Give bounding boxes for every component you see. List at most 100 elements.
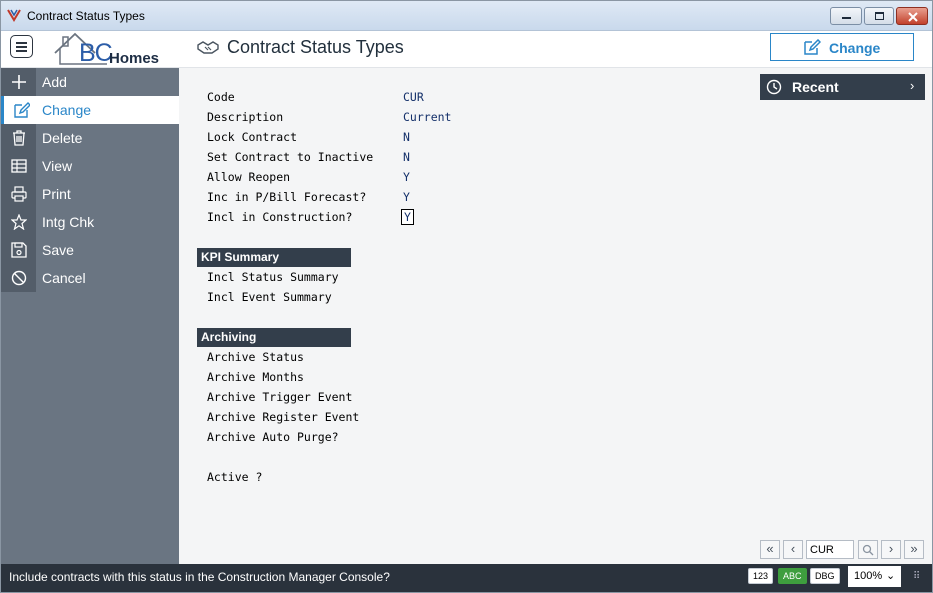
kpi-summary-header: KPI Summary xyxy=(197,248,351,267)
change-button[interactable]: Change xyxy=(770,33,914,61)
menu-icon xyxy=(16,42,27,44)
sidebar-icon-cell xyxy=(1,152,36,180)
field-label-incl-status-summary: Incl Status Summary xyxy=(207,270,339,284)
logo-homes-text: Homes xyxy=(109,50,160,67)
clock-icon xyxy=(766,79,782,95)
sidebar-item-print[interactable]: Print xyxy=(1,180,179,208)
sidebar-item-view[interactable]: View xyxy=(1,152,179,180)
close-icon xyxy=(908,12,918,22)
field-label-active: Active ? xyxy=(207,470,263,484)
table-icon xyxy=(11,159,27,173)
chevron-right-icon: › xyxy=(910,78,915,93)
first-record-button[interactable]: « xyxy=(760,540,780,559)
main-content: Code CUR Description Current Lock Contra… xyxy=(179,68,932,564)
field-label-archive-auto-purge: Archive Auto Purge? xyxy=(207,430,339,444)
sidebar-item-change[interactable]: Change xyxy=(1,96,179,124)
menu-icon-line xyxy=(16,46,27,48)
change-button-label: Change xyxy=(829,40,881,56)
recent-panel-toggle[interactable]: Recent › xyxy=(760,74,925,100)
field-value-allow-reopen[interactable]: Y xyxy=(403,170,410,184)
debug-badge[interactable]: DBG xyxy=(810,568,840,584)
field-label-set-inactive: Set Contract to Inactive xyxy=(207,150,374,164)
field-label-archive-register-event: Archive Register Event xyxy=(207,410,360,424)
field-label-code: Code xyxy=(207,90,235,104)
sidebar-item-label: Change xyxy=(42,102,92,118)
zoom-select[interactable]: 100% ⌄ xyxy=(848,566,901,587)
page-title: Contract Status Types xyxy=(227,37,404,57)
window-title: Contract Status Types xyxy=(27,9,145,23)
sidebar-item-add[interactable]: Add xyxy=(1,68,179,96)
record-search-input[interactable]: CUR xyxy=(806,540,854,559)
bchomes-logo: BC Homes xyxy=(51,31,167,67)
sidebar-icon-cell xyxy=(1,124,36,152)
status-bar: Include contracts with this status in th… xyxy=(1,564,932,592)
field-value-pbill-forecast[interactable]: Y xyxy=(403,190,410,204)
field-label-description: Description xyxy=(207,110,284,124)
sidebar-icon-cell xyxy=(1,96,36,124)
sidebar: Add Change Delete View Print Intg Chk Sa… xyxy=(1,68,179,564)
sidebar-item-label: Cancel xyxy=(42,270,86,286)
minimize-icon xyxy=(842,17,851,19)
field-value-description[interactable]: Current xyxy=(403,110,451,124)
trash-icon xyxy=(13,130,25,146)
app-header: BC Homes Contract Status Types Change xyxy=(1,31,932,68)
field-input-incl-construction[interactable]: Y xyxy=(401,209,414,225)
sidebar-icon-cell xyxy=(1,208,36,236)
sidebar-item-save[interactable]: Save xyxy=(1,236,179,264)
close-button[interactable] xyxy=(896,7,928,25)
sidebar-item-label: Delete xyxy=(42,130,83,146)
sidebar-icon-cell xyxy=(1,264,36,292)
chevron-left-icon: ‹ xyxy=(790,541,796,556)
previous-record-button[interactable]: ‹ xyxy=(783,540,803,559)
status-message: Include contracts with this status in th… xyxy=(9,570,390,584)
archiving-header: Archiving xyxy=(197,328,351,347)
field-label-archive-status: Archive Status xyxy=(207,350,304,364)
edit-icon xyxy=(804,39,821,55)
field-value-set-inactive[interactable]: N xyxy=(403,150,410,164)
resize-grip-icon[interactable]: ⠿ xyxy=(913,571,920,582)
star-icon xyxy=(11,214,27,230)
field-label-pbill-forecast: Inc in P/Bill Forecast? xyxy=(207,190,367,204)
app-window: Contract Status Types BC Homes Contract … xyxy=(0,0,933,593)
search-record-button[interactable] xyxy=(858,540,878,559)
sidebar-item-label: Save xyxy=(42,242,74,258)
sidebar-icon-cell xyxy=(1,180,36,208)
handshake-icon xyxy=(197,41,219,54)
field-label-archive-trigger-event: Archive Trigger Event xyxy=(207,390,353,404)
next-record-button[interactable]: › xyxy=(881,540,901,559)
numeric-mode-badge[interactable]: 123 xyxy=(748,568,774,584)
sidebar-item-intg-chk[interactable]: Intg Chk xyxy=(1,208,179,236)
maximize-button[interactable] xyxy=(864,7,894,25)
minimize-button[interactable] xyxy=(830,7,862,25)
sidebar-icon-cell xyxy=(1,68,36,96)
maximize-icon xyxy=(875,12,884,20)
sidebar-icon-cell xyxy=(1,236,36,264)
logo-bc-text: BC xyxy=(79,39,113,67)
sidebar-item-cancel[interactable]: Cancel xyxy=(1,264,179,292)
sidebar-item-delete[interactable]: Delete xyxy=(1,124,179,152)
last-record-button[interactable]: » xyxy=(904,540,924,559)
edit-icon xyxy=(14,102,30,118)
field-label-allow-reopen: Allow Reopen xyxy=(207,170,291,184)
sidebar-item-label: Intg Chk xyxy=(42,214,95,230)
app-logo-icon xyxy=(7,9,21,22)
menu-icon-line xyxy=(16,50,27,52)
alpha-mode-badge[interactable]: ABC xyxy=(778,568,807,584)
field-label-incl-construction: Incl in Construction? xyxy=(207,210,353,224)
double-chevron-right-icon: » xyxy=(910,541,918,556)
chevron-right-icon: › xyxy=(888,541,894,556)
field-value-code[interactable]: CUR xyxy=(403,90,424,104)
field-label-incl-event-summary: Incl Event Summary xyxy=(207,290,332,304)
sidebar-item-label: Add xyxy=(42,74,67,90)
field-label-lock-contract: Lock Contract xyxy=(207,130,298,144)
chevron-down-icon: ⌄ xyxy=(886,570,896,582)
recent-label: Recent xyxy=(792,79,839,95)
field-value-lock-contract[interactable]: N xyxy=(403,130,410,144)
printer-icon xyxy=(11,186,27,202)
menu-button[interactable] xyxy=(10,35,33,58)
save-icon xyxy=(11,242,27,258)
sidebar-item-label: View xyxy=(42,158,73,174)
search-icon xyxy=(862,544,874,556)
cancel-icon xyxy=(11,270,27,286)
zoom-value: 100% xyxy=(854,570,883,582)
